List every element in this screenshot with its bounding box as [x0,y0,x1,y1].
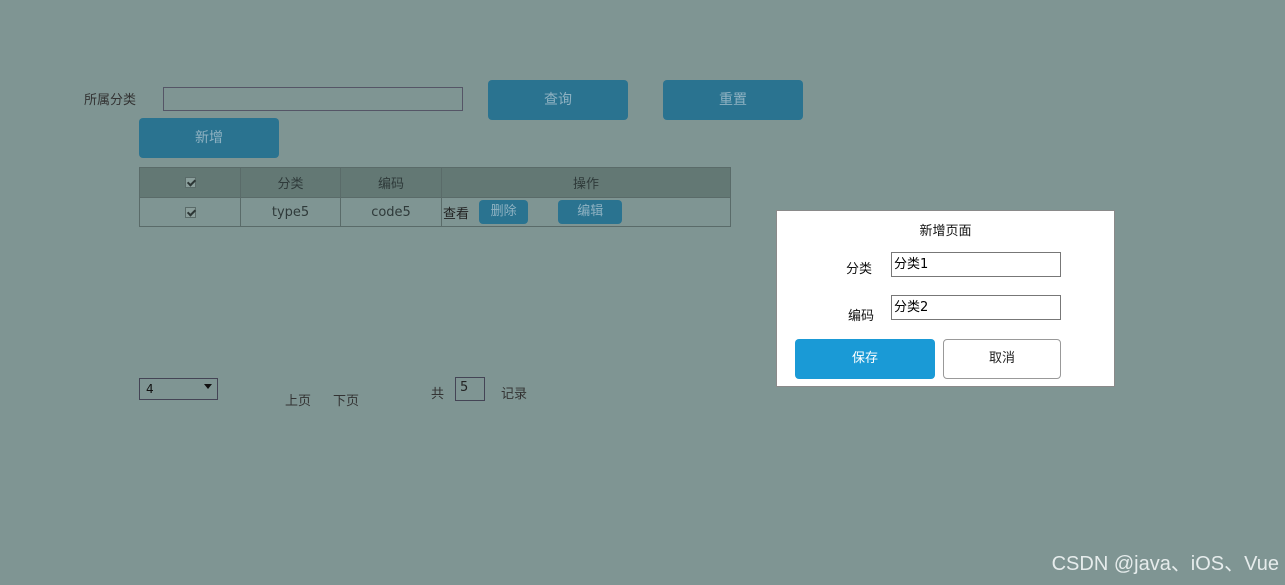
edit-button[interactable]: 编辑 [558,200,623,224]
reset-button[interactable]: 重置 [663,80,803,120]
prev-page-link[interactable]: 上页 [285,390,311,409]
header-category: 分类 [240,167,341,198]
dialog-code-label: 编码 [848,309,875,324]
next-page-link[interactable]: 下页 [333,390,359,409]
delete-button[interactable]: 删除 [479,200,529,224]
total-suffix: 记录 [501,387,528,402]
select-all-cell[interactable] [139,167,241,198]
dialog-title: 新增页面 [919,224,972,239]
add-button[interactable]: 新增 [139,118,279,158]
view-link[interactable]: 查看 [443,207,469,222]
query-button[interactable]: 查询 [488,80,628,120]
chevron-down-icon [204,384,212,389]
total-prefix: 共 [431,387,445,402]
cell-category: type5 [240,197,341,227]
cancel-button[interactable]: 取消 [943,339,1061,379]
select-all-checkbox[interactable] [184,177,196,188]
row-checkbox[interactable] [184,206,196,218]
header-code: 编码 [340,167,442,198]
row-select-cell[interactable] [139,197,241,227]
save-button[interactable]: 保存 [795,339,935,379]
dialog-code-input[interactable]: 分类2 [891,295,1061,320]
dialog-category-label: 分类 [846,262,873,277]
page-size-value: 4 [146,382,154,396]
dialog-category-input[interactable]: 分类1 [891,252,1061,277]
page-size-select[interactable]: 4 [139,378,218,400]
watermark: CSDN @java、iOS、Vue [1051,553,1279,575]
cell-code: code5 [340,197,442,227]
data-table: 分类 编码 操作 type5 code5 查看 删除 编辑 [139,167,731,227]
total-count-field[interactable]: 5 [455,377,485,401]
table-header-row: 分类 编码 操作 [139,167,731,198]
category-label: 所属分类 [84,93,137,108]
header-actions: 操作 [441,167,731,198]
table-row: type5 code5 查看 删除 编辑 [139,197,731,227]
cell-actions: 查看 删除 编辑 [441,197,731,227]
category-search-input[interactable] [163,87,463,111]
add-dialog: 新增页面 分类 分类1 编码 分类2 保存 取消 [776,210,1115,387]
